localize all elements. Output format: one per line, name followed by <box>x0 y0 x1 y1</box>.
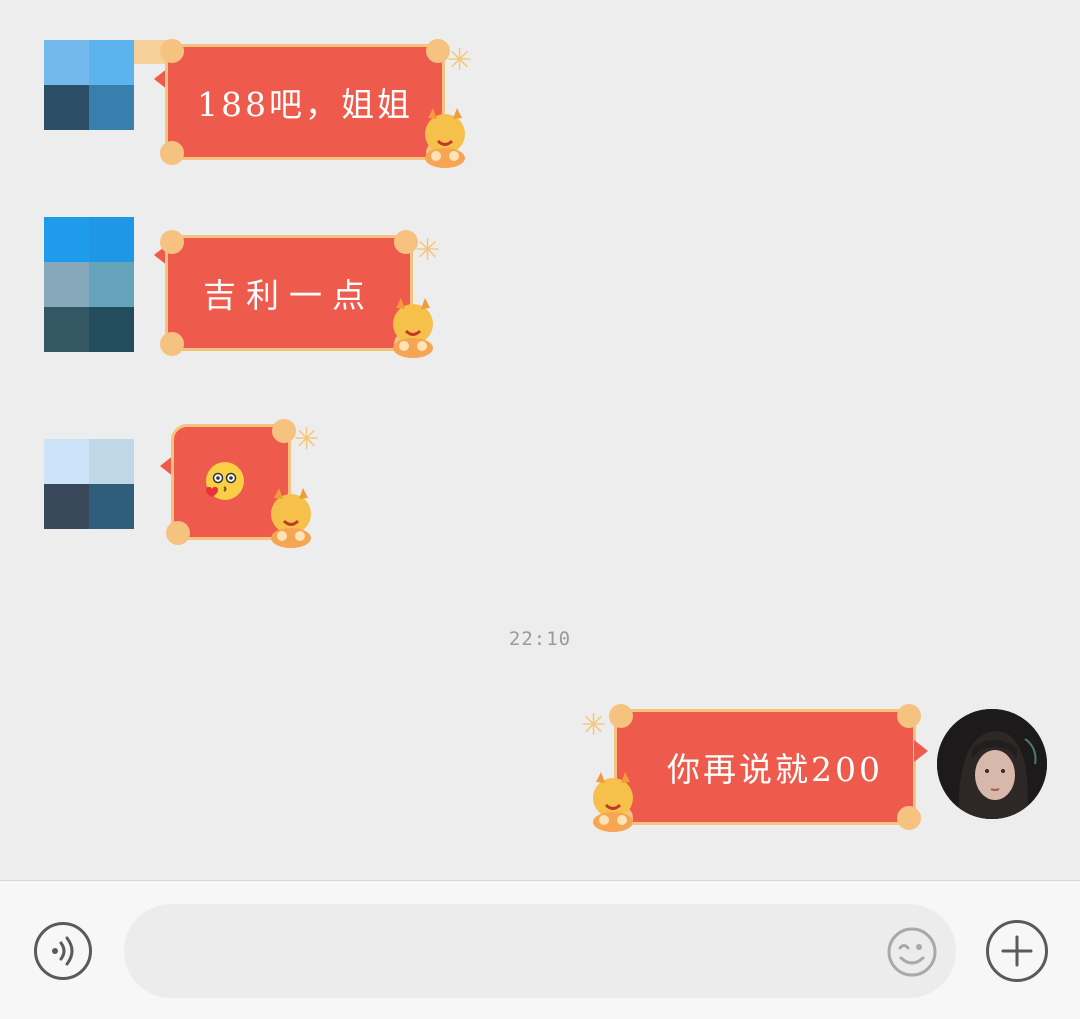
message-input[interactable] <box>124 904 956 998</box>
contact-avatar[interactable] <box>44 217 134 352</box>
smiley-icon[interactable] <box>886 926 938 978</box>
bubble-tail <box>914 740 928 762</box>
message-text: 188吧，姐姐 <box>197 85 413 124</box>
message-bubble-contact[interactable]: 188吧，姐姐 <box>160 39 450 165</box>
message-bubble-me[interactable]: 你再说就200 <box>609 704 921 830</box>
message-text: 你再说就200 <box>667 750 883 789</box>
bubble-corner-ornament <box>897 806 921 830</box>
sparkle-icon: ✳ <box>581 708 607 743</box>
contact-avatar[interactable] <box>44 40 134 130</box>
kiss-heart-emoji-icon <box>206 462 244 500</box>
contact-avatar[interactable] <box>44 439 134 529</box>
message-timestamp: 22:10 <box>508 628 572 650</box>
add-more-button[interactable] <box>986 920 1048 982</box>
bubble-corner-ornament <box>609 704 633 728</box>
input-bar <box>0 880 1080 1019</box>
message-text: 吉利一点 <box>203 276 375 315</box>
dragon-mascot-icon <box>425 108 465 168</box>
my-avatar[interactable] <box>937 709 1047 819</box>
avatar-portrait-icon <box>937 709 1047 819</box>
bubble-corner-ornament <box>272 419 296 443</box>
bubble-corner-ornament <box>160 39 184 63</box>
sparkle-icon: ✳ <box>415 233 441 268</box>
sparkle-icon: ✳ <box>447 43 473 78</box>
bubble-corner-ornament <box>160 141 184 165</box>
message-bubble-contact[interactable]: 吉利一点 <box>160 230 418 356</box>
bubble-corner-ornament <box>160 332 184 356</box>
voice-icon <box>52 936 74 966</box>
dragon-mascot-icon <box>271 488 311 548</box>
dragon-mascot-icon <box>593 772 633 832</box>
dragon-mascot-icon <box>393 298 433 358</box>
bubble-corner-ornament <box>166 521 190 545</box>
chat-message-area[interactable]: 188吧，姐姐 ✳ 吉利一点 ✳ ✳ 22:10 ✳ 你再说就200 <box>0 0 1080 880</box>
plus-icon <box>1001 935 1033 967</box>
bubble-corner-ornament <box>160 230 184 254</box>
sparkle-icon: ✳ <box>294 422 320 457</box>
bubble-corner-ornament <box>897 704 921 728</box>
voice-button[interactable] <box>34 922 92 980</box>
